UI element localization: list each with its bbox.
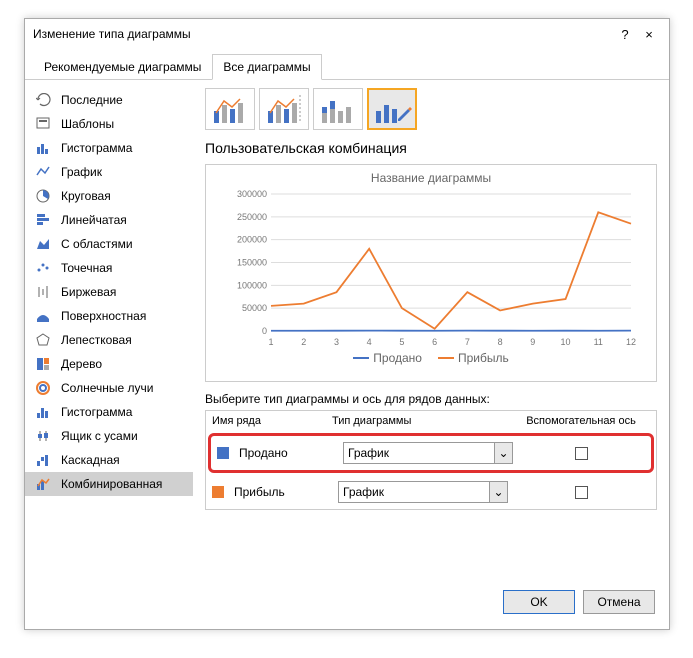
svg-text:6: 6 <box>432 337 437 347</box>
change-chart-type-dialog: Изменение типа диаграммы ? × Рекомендуем… <box>24 18 670 630</box>
series-color-1 <box>212 486 224 498</box>
chart-type-sidebar: Последние Шаблоны Гистограмма График Кру… <box>25 80 193 580</box>
sunburst-icon <box>35 380 53 396</box>
sidebar-item-pie[interactable]: Круговая <box>25 184 193 208</box>
svg-text:8: 8 <box>498 337 503 347</box>
svg-text:200000: 200000 <box>237 235 267 245</box>
svg-text:3: 3 <box>334 337 339 347</box>
svg-text:0: 0 <box>262 326 267 336</box>
header-type: Тип диаграммы <box>326 411 506 431</box>
series-color-0 <box>217 447 229 459</box>
series-name-1: Прибыль <box>234 485 334 499</box>
help-button[interactable]: ? <box>613 27 637 42</box>
histogram-icon <box>35 404 53 420</box>
chart-canvas: 0500001000001500002000002500003000001234… <box>212 189 650 349</box>
svg-text:5: 5 <box>399 337 404 347</box>
subtype-3[interactable] <box>313 88 363 130</box>
header-name: Имя ряда <box>206 411 326 431</box>
sidebar-item-templates[interactable]: Шаблоны <box>25 112 193 136</box>
chart-title: Название диаграммы <box>212 171 650 185</box>
series-type-select-1[interactable]: График⌄ <box>338 481 508 503</box>
sidebar-item-treemap[interactable]: Дерево <box>25 352 193 376</box>
radar-icon <box>35 332 53 348</box>
chevron-down-icon: ⌄ <box>494 443 512 463</box>
dialog-footer: OK Отмена <box>25 580 669 624</box>
sidebar-item-boxwhisker[interactable]: Ящик с усами <box>25 424 193 448</box>
boxwhisker-icon <box>35 428 53 444</box>
svg-text:9: 9 <box>530 337 535 347</box>
svg-text:100000: 100000 <box>237 280 267 290</box>
series-prompt: Выберите тип диаграммы и ось для рядов д… <box>205 392 657 406</box>
aux-axis-checkbox-0[interactable] <box>575 447 588 460</box>
waterfall-icon <box>35 452 53 468</box>
svg-text:10: 10 <box>561 337 571 347</box>
pie-icon <box>35 188 53 204</box>
subtype-strip <box>205 88 657 130</box>
subtype-1[interactable] <box>205 88 255 130</box>
treemap-icon <box>35 356 53 372</box>
stock-icon <box>35 284 53 300</box>
sidebar-item-line[interactable]: График <box>25 160 193 184</box>
recent-icon <box>35 92 53 108</box>
sidebar-item-surface[interactable]: Поверхностная <box>25 304 193 328</box>
area-icon <box>35 236 53 252</box>
header-aux: Вспомогательная ось <box>506 411 656 431</box>
svg-text:12: 12 <box>626 337 636 347</box>
templates-icon <box>35 116 53 132</box>
dialog-title: Изменение типа диаграммы <box>33 27 613 41</box>
sidebar-item-radar[interactable]: Лепестковая <box>25 328 193 352</box>
tab-strip: Рекомендуемые диаграммы Все диаграммы <box>25 53 669 80</box>
chevron-down-icon: ⌄ <box>489 482 507 502</box>
series-table: Имя ряда Тип диаграммы Вспомогательная о… <box>205 410 657 510</box>
sidebar-item-area[interactable]: С областями <box>25 232 193 256</box>
series-type-select-0[interactable]: График⌄ <box>343 442 513 464</box>
aux-axis-checkbox-1[interactable] <box>575 486 588 499</box>
surface-icon <box>35 308 53 324</box>
sidebar-item-histogram[interactable]: Гистограмма <box>25 400 193 424</box>
sidebar-item-scatter[interactable]: Точечная <box>25 256 193 280</box>
sidebar-item-combo[interactable]: Комбинированная <box>25 472 193 496</box>
titlebar: Изменение типа диаграммы ? × <box>25 19 669 49</box>
svg-text:150000: 150000 <box>237 258 267 268</box>
svg-text:300000: 300000 <box>237 189 267 199</box>
close-button[interactable]: × <box>637 27 661 42</box>
chart-legend: Продано Прибыль <box>212 351 650 365</box>
series-row-1: Прибыль График⌄ <box>206 475 656 509</box>
series-name-0: Продано <box>239 446 339 460</box>
sidebar-item-bar[interactable]: Линейчатая <box>25 208 193 232</box>
series-row-0: Продано График⌄ <box>208 433 654 473</box>
tab-recommended[interactable]: Рекомендуемые диаграммы <box>33 54 212 80</box>
sidebar-item-recent[interactable]: Последние <box>25 88 193 112</box>
svg-text:11: 11 <box>594 337 603 347</box>
section-title: Пользовательская комбинация <box>205 140 657 156</box>
bar-icon <box>35 212 53 228</box>
cancel-button[interactable]: Отмена <box>583 590 655 614</box>
sidebar-item-column[interactable]: Гистограмма <box>25 136 193 160</box>
column-icon <box>35 140 53 156</box>
line-icon <box>35 164 53 180</box>
scatter-icon <box>35 260 53 276</box>
ok-button[interactable]: OK <box>503 590 575 614</box>
sidebar-item-sunburst[interactable]: Солнечные лучи <box>25 376 193 400</box>
svg-text:7: 7 <box>465 337 470 347</box>
sidebar-item-stock[interactable]: Биржевая <box>25 280 193 304</box>
svg-text:2: 2 <box>301 337 306 347</box>
combo-icon <box>35 476 53 492</box>
main-panel: Пользовательская комбинация Название диа… <box>193 80 669 580</box>
subtype-custom[interactable] <box>367 88 417 130</box>
sidebar-item-waterfall[interactable]: Каскадная <box>25 448 193 472</box>
svg-text:50000: 50000 <box>242 303 267 313</box>
subtype-2[interactable] <box>259 88 309 130</box>
chart-preview[interactable]: Название диаграммы 0 50000 100000 150000 200… <box>205 164 657 382</box>
tab-all[interactable]: Все диаграммы <box>212 54 321 80</box>
svg-text:1: 1 <box>268 337 273 347</box>
svg-text:250000: 250000 <box>237 212 267 222</box>
svg-text:4: 4 <box>367 337 372 347</box>
